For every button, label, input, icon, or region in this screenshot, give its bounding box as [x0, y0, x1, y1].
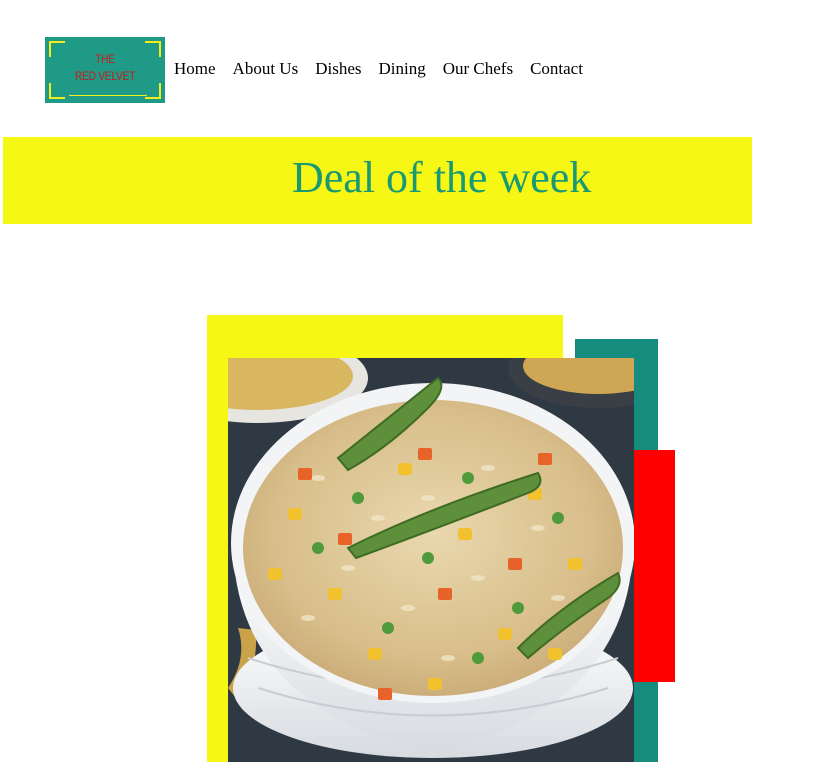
nav-item-dining[interactable]: Dining	[378, 59, 425, 79]
deal-banner: Deal of the week	[3, 137, 752, 224]
logo-text-line1: THE	[95, 52, 115, 66]
nav-item-our-chefs[interactable]: Our Chefs	[443, 59, 513, 79]
page: THE RED VELVET Home About Us Dishes Dini…	[0, 0, 820, 762]
fried-rice-image	[228, 358, 634, 762]
logo-underline	[69, 95, 147, 96]
logo-text-line2: RED VELVET	[74, 69, 136, 83]
logo[interactable]: THE RED VELVET	[45, 37, 165, 103]
decorative-red-block	[634, 450, 675, 682]
logo-frame-corner	[49, 83, 65, 99]
main-nav: Home About Us Dishes Dining Our Chefs Co…	[174, 59, 600, 79]
nav-item-contact[interactable]: Contact	[530, 59, 583, 79]
nav-item-dishes[interactable]: Dishes	[315, 59, 361, 79]
logo-frame-corner	[145, 83, 161, 99]
logo-text: THE RED VELVET	[54, 51, 156, 85]
deal-title: Deal of the week	[292, 153, 592, 202]
nav-item-about-us[interactable]: About Us	[233, 59, 299, 79]
nav-item-home[interactable]: Home	[174, 59, 216, 79]
